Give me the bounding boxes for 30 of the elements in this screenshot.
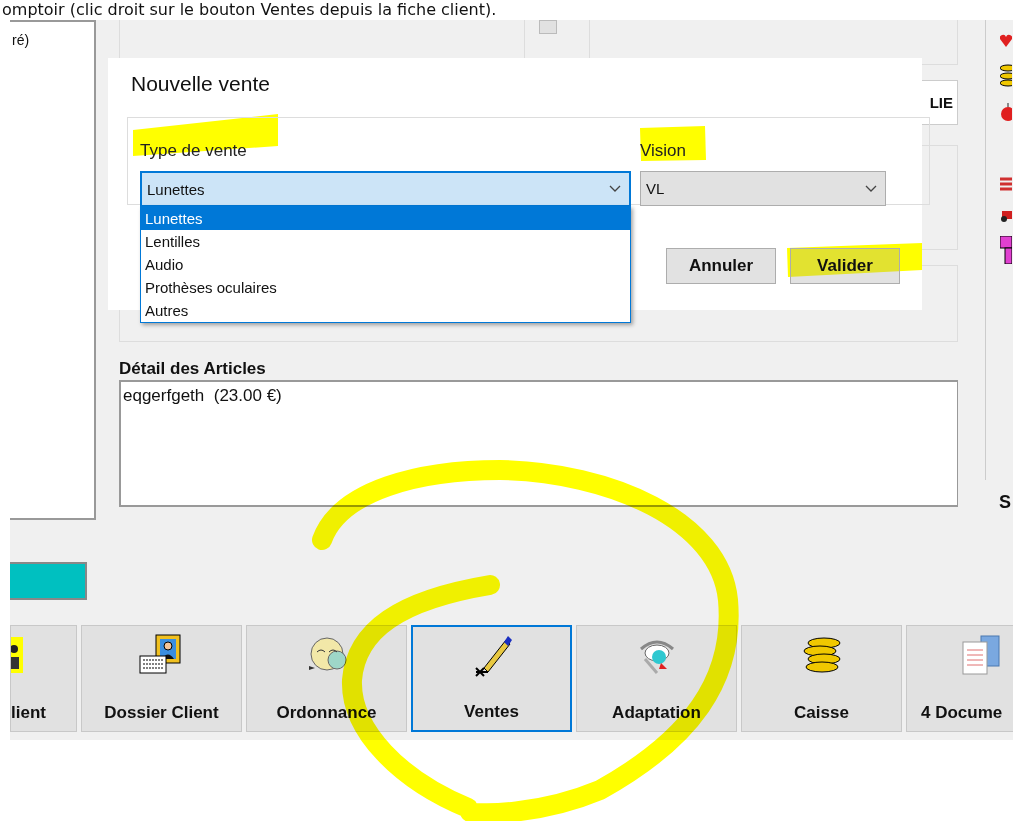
coins-icon [1000,62,1012,88]
dropdown-field[interactable]: VL [640,171,886,206]
dropdown-option[interactable]: Prothèses oculaires [141,276,630,299]
articles-text-area[interactable]: eqgerfgeth (23.00 €) [119,380,958,507]
toolbar-button[interactable]: Dossier Client [81,625,242,732]
toolbar-button[interactable]: Caisse [741,625,902,732]
group-label: S [999,492,1011,513]
dropdown-option[interactable]: Lentilles [141,230,630,253]
article-line: eqgerfgeth (23.00 €) [123,386,282,406]
documents-icon [959,634,1003,676]
dropdown-option[interactable]: Autres [141,299,630,322]
toolbar-button[interactable]: Ventes [411,625,572,732]
dialog-button[interactable]: Valider [790,248,900,284]
dropdown-field[interactable]: Lunettes [140,171,631,206]
chevron-down-icon [609,185,621,193]
car-icon [1000,208,1012,222]
toolbar-button[interactable]: lient [10,625,77,732]
list-item[interactable]: ré) [12,32,30,48]
document-text: omptoir (clic droit sur le bouton Ventes depuis la fiche client). [1,0,497,20]
dropdown-option[interactable]: Audio [141,253,630,276]
dialog-button[interactable]: Annuler [666,248,776,284]
dialog-title: Nouvelle vente [131,72,270,96]
heart-icon [1000,34,1012,48]
chevron-down-icon [865,184,877,193]
dropdown-option[interactable]: Lunettes [141,207,630,230]
side-button[interactable]: LIE [920,80,958,125]
list-icon [1000,176,1012,194]
section-title: Détail des Articles [119,359,266,380]
toolbar-button[interactable]: 4 Docume [906,625,1013,732]
small-button[interactable] [538,20,557,34]
